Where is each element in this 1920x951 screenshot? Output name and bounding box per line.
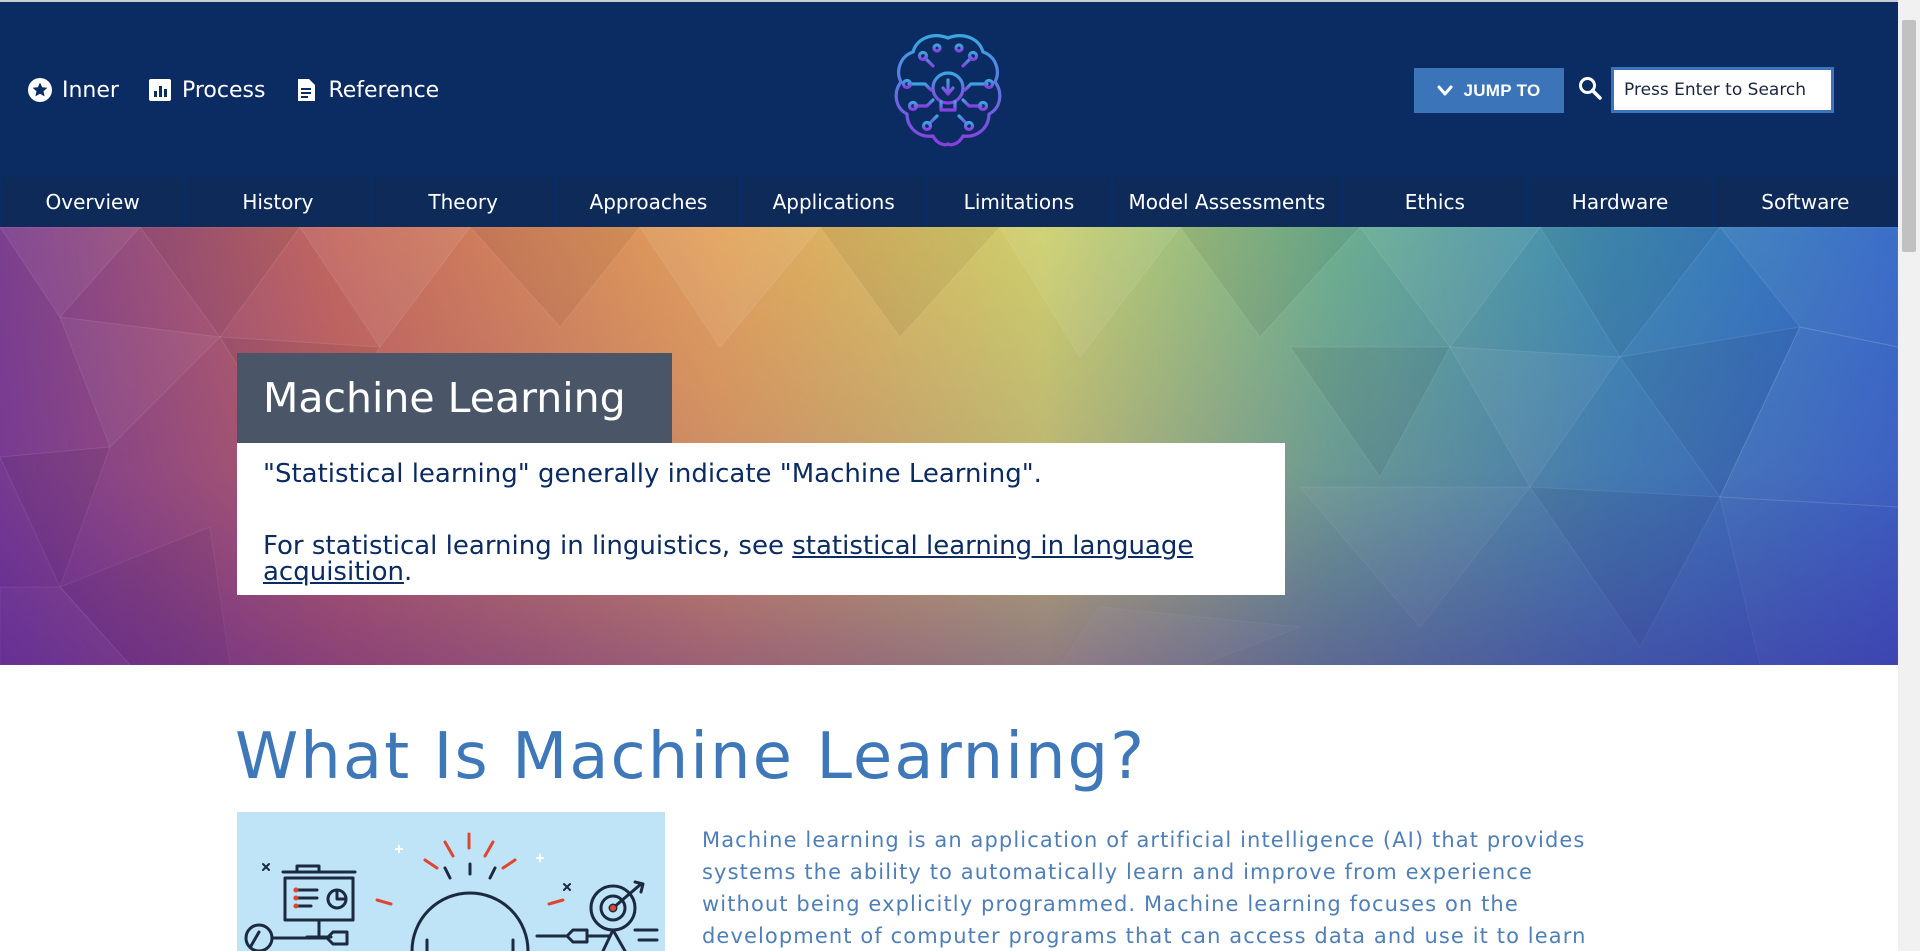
site-header: Inner Process Reference JUMP TO Press En…	[0, 0, 1898, 177]
hatnote-line: For statistical learning in linguistics,…	[263, 533, 1259, 585]
utility-nav: Inner Process Reference	[27, 77, 439, 103]
nav-item-history[interactable]: History	[187, 177, 369, 227]
brain-circuit-lightbulb-icon[interactable]	[885, 28, 1011, 154]
jump-to-label: JUMP TO	[1463, 80, 1541, 100]
chart-icon	[147, 77, 173, 103]
main-nav: Overview History Theory Approaches Appli…	[0, 177, 1898, 227]
util-link-label: Inner	[62, 77, 119, 103]
hero-banner: Machine Learning "Statistical learning" …	[0, 227, 1898, 665]
search-icon[interactable]	[1577, 75, 1603, 101]
hatnote-line: "Statistical learning" generally indicat…	[263, 459, 1042, 489]
nav-item-overview[interactable]: Overview	[2, 177, 184, 227]
search-input[interactable]	[1611, 67, 1834, 113]
nav-item-ethics[interactable]: Ethics	[1344, 177, 1526, 227]
hatnote-suffix: .	[404, 557, 413, 587]
section-title: What Is Machine Learning?	[235, 720, 1147, 794]
scrollbar-thumb[interactable]	[1902, 20, 1916, 252]
nav-item-theory[interactable]: Theory	[372, 177, 554, 227]
page-title-box: Machine Learning	[237, 353, 672, 443]
nav-item-model-assessments[interactable]: Model Assessments	[1113, 177, 1341, 227]
util-link-reference[interactable]: Reference	[293, 77, 439, 103]
nav-item-limitations[interactable]: Limitations	[928, 177, 1110, 227]
hatnote-box: "Statistical learning" generally indicat…	[237, 443, 1285, 595]
intro-paragraph: Machine learning is an application of ar…	[702, 828, 1587, 948]
star-icon	[27, 77, 53, 103]
page: Inner Process Reference JUMP TO Press En…	[0, 0, 1898, 951]
nav-item-approaches[interactable]: Approaches	[557, 177, 740, 227]
nav-item-software[interactable]: Software	[1714, 177, 1896, 227]
page-title: Machine Learning	[263, 374, 626, 422]
util-link-inner[interactable]: Inner	[27, 77, 119, 103]
gear-analytics-illustration	[237, 812, 665, 951]
util-link-process[interactable]: Process	[147, 77, 265, 103]
util-link-label: Process	[181, 77, 266, 103]
jump-to-button[interactable]: JUMP TO	[1414, 68, 1564, 113]
util-link-label: Reference	[328, 77, 440, 103]
nav-item-applications[interactable]: Applications	[743, 177, 925, 227]
nav-item-hardware[interactable]: Hardware	[1529, 177, 1711, 227]
page-scrollbar[interactable]	[1898, 0, 1920, 951]
document-icon	[293, 77, 319, 103]
chevron-down-icon	[1437, 85, 1453, 97]
